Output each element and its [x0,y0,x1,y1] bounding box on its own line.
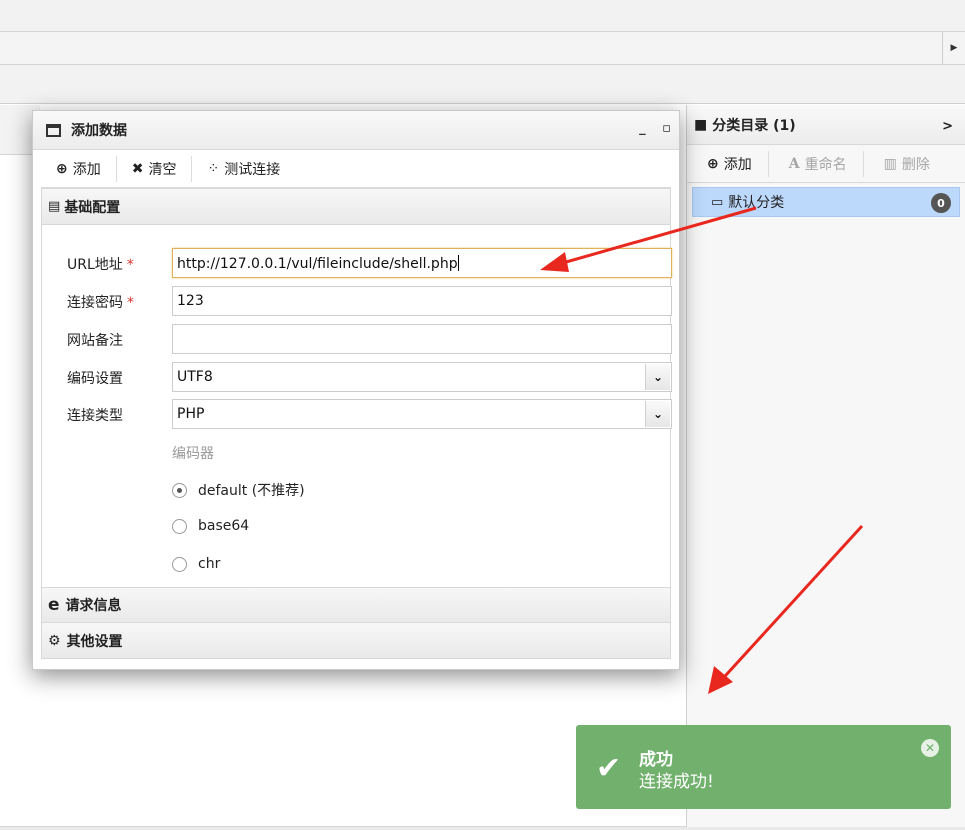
section-other-settings[interactable]: ⚙ 其他设置 [41,623,671,659]
font-icon: A [788,155,800,172]
add-label: 添加 [72,161,101,178]
url-label: URL地址 * [67,257,134,273]
category-delete-button[interactable]: ▥ 删除 [864,151,946,177]
url-input[interactable]: http://127.0.0.1/vul/fileinclude/shell.p… [172,248,672,278]
note-input[interactable] [172,324,672,354]
category-list: ▭ 默认分类 0 [687,183,965,221]
category-add-button[interactable]: ⊕ 添加 [687,150,769,177]
close-icon[interactable]: ✕ [921,739,939,757]
note-row: 网站备注 [42,324,672,354]
check-icon: ✔ [596,751,622,786]
dialog-toolbar: ⊕ 添加 ✖ 清空 ⁘ 测试连接 [41,150,671,188]
plus-circle-icon: ⊕ [56,160,68,177]
category-rename-button[interactable]: A 重命名 [769,150,864,177]
caret-right-icon: ▶ [950,43,958,53]
encoding-select[interactable]: UTF8 ⌄ [172,362,672,392]
category-item-default[interactable]: ▭ 默认分类 0 [692,187,960,217]
password-row: 连接密码 * 123 [42,286,672,316]
dialog-title: 添加数据 [71,123,127,139]
chevron-down-icon[interactable]: ⌄ [645,364,670,390]
dialog-title-bar[interactable]: 添加数据 _ ▫ [33,111,679,150]
category-item-label: 默认分类 [728,195,785,211]
app-toolbar [0,65,965,104]
encoding-row: 编码设置 UTF8 ⌄ [42,362,672,392]
chevron-down-icon[interactable]: ⌄ [645,401,670,427]
toast-message: 连接成功! [639,772,714,792]
success-toast: ✔ 成功 连接成功! ✕ [576,725,951,809]
encoding-label: 编码设置 [67,371,123,387]
text-caret [457,255,459,271]
radio-icon[interactable] [172,518,187,534]
type-label: 连接类型 [67,408,123,424]
window-controls[interactable]: _ ▫ [639,121,677,136]
plus-circle-icon: ⊕ [707,155,719,172]
encoder-option-chr[interactable]: chr [172,556,220,572]
note-label: 网站备注 [67,333,123,349]
gears-icon: ⚙ [48,632,61,649]
connection-type-select[interactable]: PHP ⌄ [172,399,672,429]
tab-bar [0,32,945,65]
add-data-dialog: 添加数据 _ ▫ ⊕ 添加 ✖ 清空 ⁘ 测试连接 ▤ 基础配置 URL地址 * … [32,110,680,670]
add-button[interactable]: ⊕ 添加 [41,155,117,182]
encoder-label: 编码器 [172,446,214,462]
url-row: URL地址 * http://127.0.0.1/vul/fileinclude/… [42,248,672,278]
section-basic-label: 基础配置 [64,199,121,216]
trash-icon: ▥ [883,155,897,172]
test-connection-button[interactable]: ⁘ 测试连接 [192,156,295,182]
encoder-option-default[interactable]: default (不推荐) [172,480,305,500]
tab-scroll-right-button[interactable]: ▶ [942,32,965,65]
radio-selected-icon[interactable] [172,482,187,498]
category-panel-title: 分类目录 (1) [712,117,796,134]
radio-icon[interactable] [172,556,187,572]
test-connection-label: 测试连接 [224,161,281,178]
clear-button[interactable]: ✖ 清空 [117,155,193,182]
category-add-label: 添加 [723,156,752,173]
close-icon: ✖ [131,160,144,177]
basic-config-form: URL地址 * http://127.0.0.1/vul/fileinclude/… [41,225,672,587]
category-rename-label: 重命名 [804,156,847,173]
clear-label: 清空 [148,161,177,178]
folder-open-icon: ▭ [711,194,724,210]
category-panel: ■ 分类目录 (1) > ⊕ 添加 A 重命名 ▥ 删除 ▭ 默认分类 0 [686,105,965,827]
password-label: 连接密码 * [67,295,134,311]
section-request-info[interactable]: e 请求信息 [41,587,671,623]
category-toolbar: ⊕ 添加 A 重命名 ▥ 删除 [687,145,965,183]
type-row: 连接类型 PHP ⌄ [42,399,672,429]
category-panel-header: ■ 分类目录 (1) > [687,105,965,145]
chevron-right-icon[interactable]: > [942,119,953,134]
password-input[interactable]: 123 [172,286,672,316]
spinner-icon: ⁘ [207,160,220,177]
window-icon [46,123,61,137]
count-badge: 0 [931,193,951,213]
app-top-bar [0,0,965,32]
edge-icon: e [48,595,60,615]
encoder-option-base64[interactable]: base64 [172,518,249,534]
category-delete-label: 删除 [901,156,930,173]
folder-icon: ■ [694,116,708,133]
section-basic-config[interactable]: ▤ 基础配置 [41,188,671,225]
file-text-icon: ▤ [48,199,61,214]
